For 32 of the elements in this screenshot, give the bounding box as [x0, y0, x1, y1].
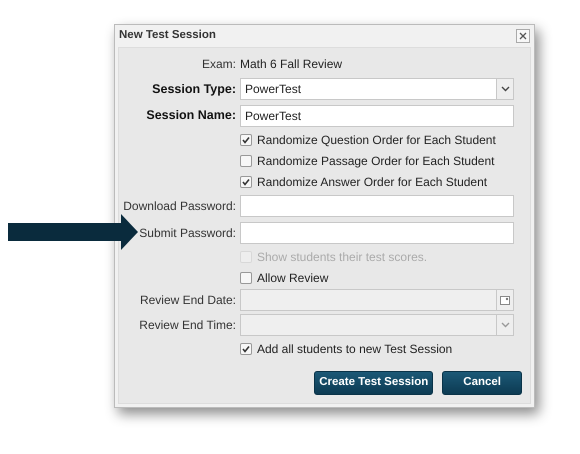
checkbox-label: Show students their test scores.: [257, 248, 428, 266]
field-label: Submit Password:: [139, 224, 236, 242]
checkbox[interactable]: [240, 154, 252, 166]
field-label: Review End Time:: [139, 317, 236, 334]
dialog-title: New Test Session: [119, 28, 216, 44]
field-label: Review End Date:: [140, 292, 236, 309]
field-label: Exam:: [202, 56, 236, 73]
check-icon: [242, 344, 250, 352]
checkbox-label: Randomize Answer Order for Each Student: [257, 174, 488, 190]
check-icon: [242, 178, 250, 186]
exam-name: Math 6 Fall Review: [240, 56, 342, 73]
checkbox[interactable]: [240, 272, 252, 284]
field-label: Session Name:: [146, 107, 236, 124]
check-icon: [242, 136, 250, 144]
dialog-button[interactable]: Create Test Session: [314, 371, 434, 395]
arrow-icon: [8, 214, 138, 250]
checkbox-label: Randomize Question Order for Each Student: [257, 132, 496, 148]
field-label: Download Password:: [123, 198, 236, 214]
close-icon[interactable]: [516, 29, 530, 43]
checkbox-label: Add all students to new Test Session: [257, 340, 452, 358]
text-field[interactable]: [240, 222, 514, 244]
checkbox[interactable]: [240, 342, 252, 354]
text-field[interactable]: PowerTest: [240, 104, 514, 126]
caret-icon: [496, 79, 513, 99]
checkbox[interactable]: [240, 134, 252, 146]
checkbox[interactable]: [240, 176, 252, 188]
dropdown[interactable]: PowerTest: [240, 78, 514, 100]
text-field[interactable]: [240, 194, 514, 216]
dialog-button[interactable]: Cancel: [442, 371, 522, 395]
field-label: Session Type:: [152, 80, 236, 98]
checkbox-label: Randomize Passage Order for Each Student: [257, 152, 494, 170]
checkbox-label: Allow Review: [257, 270, 328, 286]
